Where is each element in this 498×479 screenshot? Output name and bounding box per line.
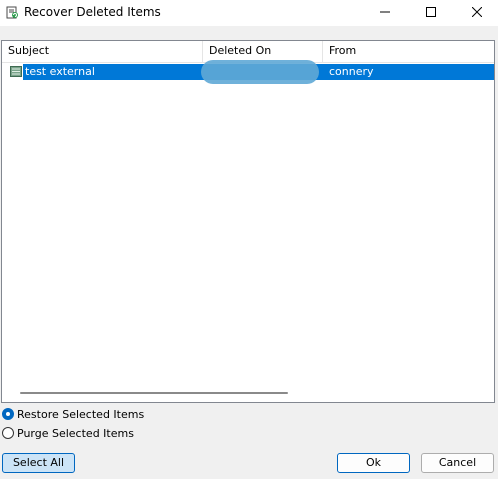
minimize-button[interactable] bbox=[362, 0, 408, 24]
restore-radio[interactable] bbox=[2, 408, 14, 420]
horizontal-scrollbar[interactable] bbox=[2, 384, 494, 402]
ok-button[interactable]: Ok bbox=[337, 453, 410, 473]
close-icon bbox=[472, 7, 482, 17]
purge-option[interactable]: Purge Selected Items bbox=[2, 425, 134, 441]
scrollbar-thumb[interactable] bbox=[20, 392, 288, 394]
maximize-icon bbox=[426, 7, 436, 17]
purge-radio[interactable] bbox=[2, 427, 14, 439]
cancel-button[interactable]: Cancel bbox=[421, 453, 494, 473]
close-button[interactable] bbox=[454, 0, 498, 24]
table-row[interactable]: test external connery bbox=[2, 60, 494, 84]
cell-from: connery bbox=[329, 65, 374, 78]
cell-subject: test external bbox=[25, 65, 95, 78]
column-header-subject[interactable]: Subject bbox=[2, 41, 203, 62]
window-title: Recover Deleted Items bbox=[24, 5, 161, 19]
column-header-deleted-on[interactable]: Deleted On bbox=[203, 41, 323, 62]
purge-label: Purge Selected Items bbox=[17, 426, 134, 440]
title-bar: Recover Deleted Items bbox=[0, 0, 498, 26]
minimize-icon bbox=[380, 11, 390, 13]
select-all-button[interactable]: Select All bbox=[2, 453, 75, 473]
restore-label: Restore Selected Items bbox=[17, 407, 145, 421]
recover-items-icon bbox=[6, 6, 18, 19]
restore-option[interactable]: Restore Selected Items bbox=[2, 406, 144, 422]
deleted-items-list[interactable]: Subject Deleted On From test external co… bbox=[1, 40, 495, 403]
maximize-button[interactable] bbox=[408, 0, 454, 24]
message-icon bbox=[10, 66, 22, 77]
column-header-from[interactable]: From bbox=[323, 41, 494, 62]
redaction-mark bbox=[201, 60, 319, 84]
